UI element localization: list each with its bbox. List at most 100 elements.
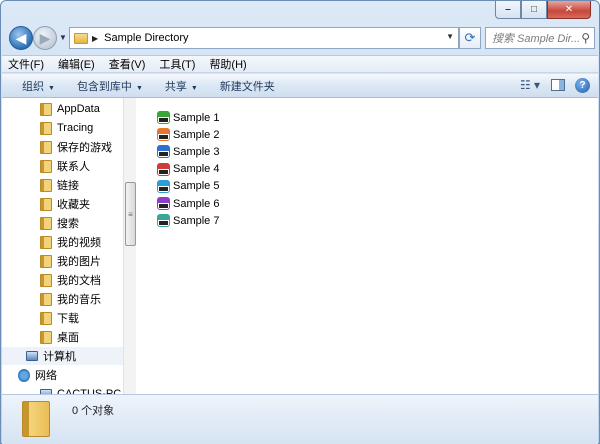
folder-icon bbox=[40, 178, 52, 192]
folder-icon bbox=[74, 32, 88, 44]
network-icon bbox=[18, 368, 30, 382]
sidebar-item[interactable]: 收藏夹 bbox=[2, 195, 123, 213]
menu-bar: 文件(F) 编辑(E) 查看(V) 工具(T) 帮助(H) bbox=[2, 55, 598, 73]
forward-button[interactable]: ▶ bbox=[33, 26, 57, 50]
address-path: Sample Directory bbox=[104, 32, 189, 44]
sidebar-item[interactable]: 桌面 bbox=[2, 328, 123, 346]
folder-icon bbox=[40, 273, 52, 287]
caption-buttons: – □ ✕ bbox=[495, 1, 591, 19]
sidebar-item-label: 联系人 bbox=[57, 161, 90, 173]
share-button[interactable]: 共享 ▼ bbox=[165, 78, 198, 94]
sidebar-item[interactable]: 联系人 bbox=[2, 157, 123, 175]
sidebar-item[interactable]: 我的音乐 bbox=[2, 290, 123, 308]
preview-pane-icon[interactable] bbox=[551, 79, 565, 91]
sidebar-item[interactable]: 下载 bbox=[2, 309, 123, 327]
sidebar-item-label: 我的文档 bbox=[57, 275, 101, 287]
sidebar-item[interactable]: 我的文档 bbox=[2, 271, 123, 289]
file-item[interactable]: Sample 1 bbox=[157, 109, 219, 126]
folder-icon bbox=[40, 254, 52, 268]
navigation-pane: AppData Tracing 保存的游戏联系人链接收藏夹搜索我的视频我的图片我的文… bbox=[2, 98, 123, 394]
menu-help[interactable]: 帮助(H) bbox=[209, 56, 246, 72]
file-name: Sample 1 bbox=[173, 111, 220, 124]
search-placeholder: 搜索 Sample Dir... bbox=[492, 33, 581, 45]
folder-icon bbox=[40, 197, 52, 211]
folder-icon bbox=[40, 216, 52, 230]
file-item[interactable]: Sample 4 bbox=[157, 161, 219, 178]
file-name: Sample 7 bbox=[173, 214, 220, 227]
scrollbar-thumb[interactable]: ≡ bbox=[125, 182, 136, 246]
menu-view[interactable]: 查看(V) bbox=[109, 56, 146, 72]
sidebar-item[interactable]: 链接 bbox=[2, 176, 123, 194]
menu-file[interactable]: 文件(F) bbox=[8, 56, 44, 72]
address-bar[interactable]: ▶ Sample Directory ▼ bbox=[69, 27, 459, 49]
file-item[interactable]: Sample 6 bbox=[157, 195, 219, 212]
back-button[interactable]: ◀ bbox=[9, 26, 33, 50]
sidebar-item-label: Tracing bbox=[57, 122, 94, 134]
folder-icon bbox=[40, 235, 52, 249]
file-name: Sample 2 bbox=[173, 128, 220, 141]
sidebar-item[interactable]: 网络 bbox=[2, 366, 123, 384]
maximize-button[interactable]: □ bbox=[521, 1, 547, 19]
explorer-window: – □ ✕ ◀ ▶ ▼ ▶ Sample Directory ▼ ⟳ 搜索 Sa… bbox=[0, 0, 600, 444]
status-text: 0 个对象 bbox=[72, 405, 115, 417]
folder-icon bbox=[22, 401, 50, 437]
folder-icon bbox=[40, 102, 52, 116]
recent-pages-dropdown[interactable]: ▼ bbox=[59, 33, 67, 42]
include-in-library-button[interactable]: 包含到库中 ▼ bbox=[77, 78, 143, 94]
sidebar-item[interactable]: 搜索 bbox=[2, 214, 123, 232]
file-item[interactable]: Sample 7 bbox=[157, 212, 219, 229]
search-icon[interactable]: ⚲ bbox=[581, 31, 590, 45]
sidebar-item[interactable]: CACTUS-PC bbox=[2, 385, 123, 394]
chevron-down-icon: ▼ bbox=[48, 84, 55, 92]
breadcrumb-arrow-icon[interactable]: ▶ bbox=[92, 34, 98, 43]
folder-icon bbox=[40, 140, 52, 154]
organize-button[interactable]: 组织 ▼ bbox=[22, 78, 55, 94]
change-view-icon[interactable]: ☷ ▾ bbox=[519, 77, 541, 93]
sidebar-item[interactable]: 计算机 bbox=[2, 347, 123, 365]
file-icon bbox=[157, 128, 170, 142]
file-item[interactable]: Sample 3 bbox=[157, 143, 219, 160]
new-folder-button[interactable]: 新建文件夹 bbox=[220, 78, 275, 94]
file-icon bbox=[157, 162, 170, 176]
file-icon bbox=[157, 214, 170, 228]
menu-tools[interactable]: 工具(T) bbox=[159, 56, 195, 72]
sidebar-item-label: 桌面 bbox=[57, 332, 79, 344]
sidebar-item-label: 收藏夹 bbox=[57, 199, 90, 211]
navigation-row: ◀ ▶ ▼ ▶ Sample Directory ▼ ⟳ 搜索 Sample D… bbox=[7, 25, 595, 51]
sidebar-item[interactable]: 保存的游戏 bbox=[2, 138, 123, 156]
file-icon bbox=[157, 145, 170, 159]
close-button[interactable]: ✕ bbox=[547, 1, 591, 19]
address-dropdown-icon[interactable]: ▼ bbox=[446, 32, 454, 41]
computer-icon bbox=[26, 351, 38, 361]
sidebar-item[interactable]: 我的视频 bbox=[2, 233, 123, 251]
folder-icon bbox=[40, 292, 52, 306]
sidebar-item[interactable]: AppData bbox=[2, 100, 123, 118]
sidebar-item-label: 下载 bbox=[57, 313, 79, 325]
folder-icon bbox=[40, 330, 52, 344]
sidebar-item[interactable]: 我的图片 bbox=[2, 252, 123, 270]
menu-edit[interactable]: 编辑(E) bbox=[58, 56, 95, 72]
sidebar-item-label: 网络 bbox=[35, 370, 57, 382]
share-label: 共享 bbox=[164, 80, 187, 93]
file-icon bbox=[157, 179, 170, 193]
command-bar: 组织 ▼ 包含到库中 ▼ 共享 ▼ 新建文件夹 ☷ ▾ ? bbox=[2, 74, 598, 98]
file-item[interactable]: Sample 5 bbox=[157, 178, 219, 195]
search-input[interactable]: 搜索 Sample Dir... ⚲ bbox=[485, 27, 595, 49]
file-icon bbox=[157, 111, 170, 124]
include-in-library-label: 包含到库中 bbox=[76, 80, 132, 93]
sidebar-item[interactable]: Tracing bbox=[2, 119, 123, 137]
minimize-button[interactable]: – bbox=[495, 1, 521, 19]
file-name: Sample 3 bbox=[173, 145, 220, 158]
refresh-button[interactable]: ⟳ bbox=[459, 27, 481, 49]
new-folder-label: 新建文件夹 bbox=[219, 80, 275, 93]
sidebar-item-label: 链接 bbox=[57, 180, 79, 192]
chevron-down-icon: ▼ bbox=[190, 84, 198, 92]
content-area: AppData Tracing 保存的游戏联系人链接收藏夹搜索我的视频我的图片我的文… bbox=[2, 98, 598, 394]
navigation-scrollbar[interactable]: ≡ bbox=[123, 98, 136, 394]
help-icon[interactable]: ? bbox=[575, 77, 590, 93]
sidebar-item-label: 搜索 bbox=[57, 218, 79, 230]
file-item[interactable]: Sample 2 bbox=[157, 126, 219, 143]
organize-label: 组织 bbox=[22, 80, 44, 93]
sidebar-item-label: 我的视频 bbox=[57, 237, 101, 249]
file-name: Sample 5 bbox=[173, 180, 220, 193]
